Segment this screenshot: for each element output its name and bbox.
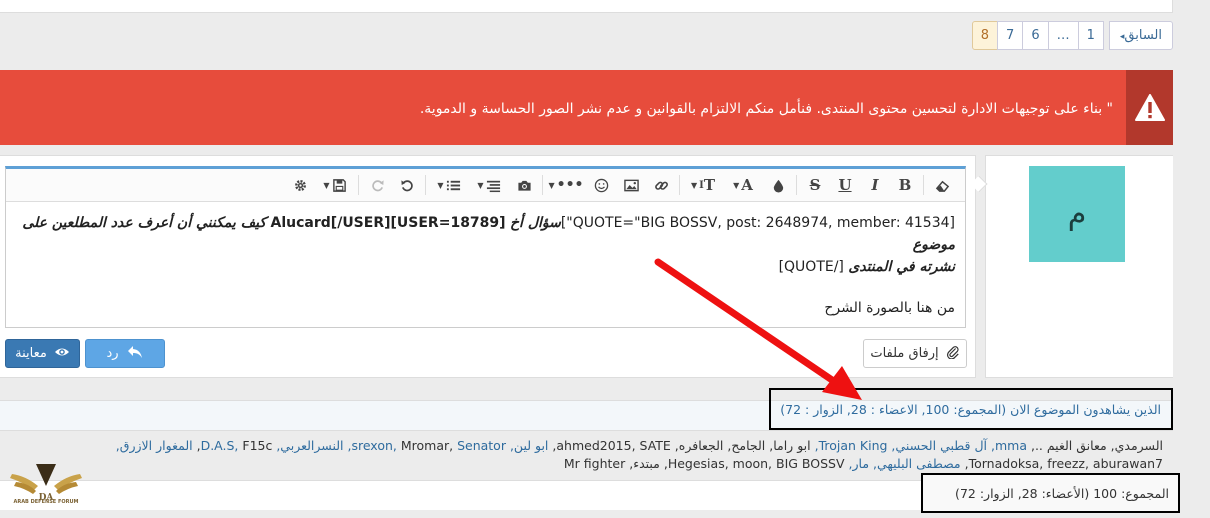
bold-icon[interactable]: B — [890, 171, 920, 199]
pagination-page-7[interactable]: 7 — [997, 21, 1024, 50]
toolbar-separator — [679, 175, 680, 195]
toolbar-separator — [425, 175, 426, 195]
editor-line-2: نشرته في المنتدى [/QUOTE] — [778, 259, 955, 275]
color-drop-icon[interactable] — [763, 171, 793, 199]
redo-icon[interactable] — [362, 171, 392, 199]
logo-caption: ARAB DEFENSE FORUM — [13, 499, 79, 505]
eye-icon — [54, 344, 70, 364]
strikethrough-icon[interactable]: S — [800, 171, 830, 199]
smiley-icon[interactable] — [586, 171, 616, 199]
pagination-prev-button[interactable]: ◂السابق — [1108, 21, 1173, 50]
previous-post-strip — [0, 0, 1173, 13]
editor-toolbar: B I U S A ▼ T I ▼ ••• ▼ ▼ ▼ ▼ — [6, 169, 965, 202]
underline-icon[interactable]: U — [830, 171, 860, 199]
avatar[interactable]: م — [1029, 166, 1125, 262]
reply-arrow-icon — [126, 344, 144, 364]
message-editor[interactable]: B I U S A ▼ T I ▼ ••• ▼ ▼ ▼ ▼ [QUOTE="BIG BO… — [5, 166, 966, 328]
attach-files-button[interactable]: إرفاق ملفات — [863, 339, 967, 368]
font-family-icon[interactable]: A ▼ — [723, 171, 763, 199]
notice-alert: " بناء على توجيهات الادارة لتحسين محتوى … — [0, 70, 1173, 145]
link-icon[interactable] — [646, 171, 676, 199]
font-size-icon[interactable]: T I ▼ — [683, 171, 723, 199]
pagination-page-current[interactable]: 8 — [971, 21, 999, 50]
eraser-icon[interactable] — [927, 171, 957, 199]
toolbar-separator — [923, 175, 924, 195]
pagination-ellipsis[interactable]: … — [1047, 21, 1079, 50]
more-icon[interactable]: ••• ▼ — [546, 171, 586, 199]
toolbar-separator — [358, 175, 359, 195]
image-icon[interactable] — [616, 171, 646, 199]
warning-icon — [1126, 70, 1173, 145]
undo-icon[interactable] — [392, 171, 422, 199]
editor-line-3: من هنا بالصورة الشرح — [824, 300, 955, 316]
align-icon[interactable]: ▼ — [469, 171, 509, 199]
toolbar-separator — [542, 175, 543, 195]
reply-button[interactable]: رد — [85, 339, 165, 368]
gear-icon[interactable] — [285, 171, 315, 199]
alert-text: " بناء على توجيهات الادارة لتحسين محتوى … — [419, 101, 1113, 117]
editor-line-1: [QUOTE="BIG BOSSV, post: 2648974, member… — [22, 215, 955, 253]
pagination-page-1[interactable]: 1 — [1077, 21, 1104, 50]
preview-button[interactable]: معاينة — [5, 339, 80, 368]
viewers-list: السرمدي, معانق الغيم .., mma, آل قطبي ال… — [115, 438, 1163, 471]
pagination: ◂السابق 1 … 6 7 8 — [971, 21, 1173, 50]
save-icon[interactable]: ▼ — [315, 171, 355, 199]
toolbar-separator — [796, 175, 797, 195]
pagination-page-6[interactable]: 6 — [1022, 21, 1049, 50]
camera-icon[interactable] — [509, 171, 539, 199]
list-icon[interactable]: ▼ — [429, 171, 469, 199]
paperclip-icon — [946, 345, 960, 363]
italic-icon[interactable]: I — [860, 171, 890, 199]
forum-logo: DA — [10, 464, 82, 503]
editor-content[interactable]: [QUOTE="BIG BOSSV, post: 2648974, member… — [16, 212, 955, 327]
totals-summary: المجموع: 100 (الأعضاء: 28, الزوار: 72) — [921, 473, 1180, 513]
viewers-heading: الذين يشاهدون الموضوع الان (المجموع: 100… — [769, 388, 1173, 430]
